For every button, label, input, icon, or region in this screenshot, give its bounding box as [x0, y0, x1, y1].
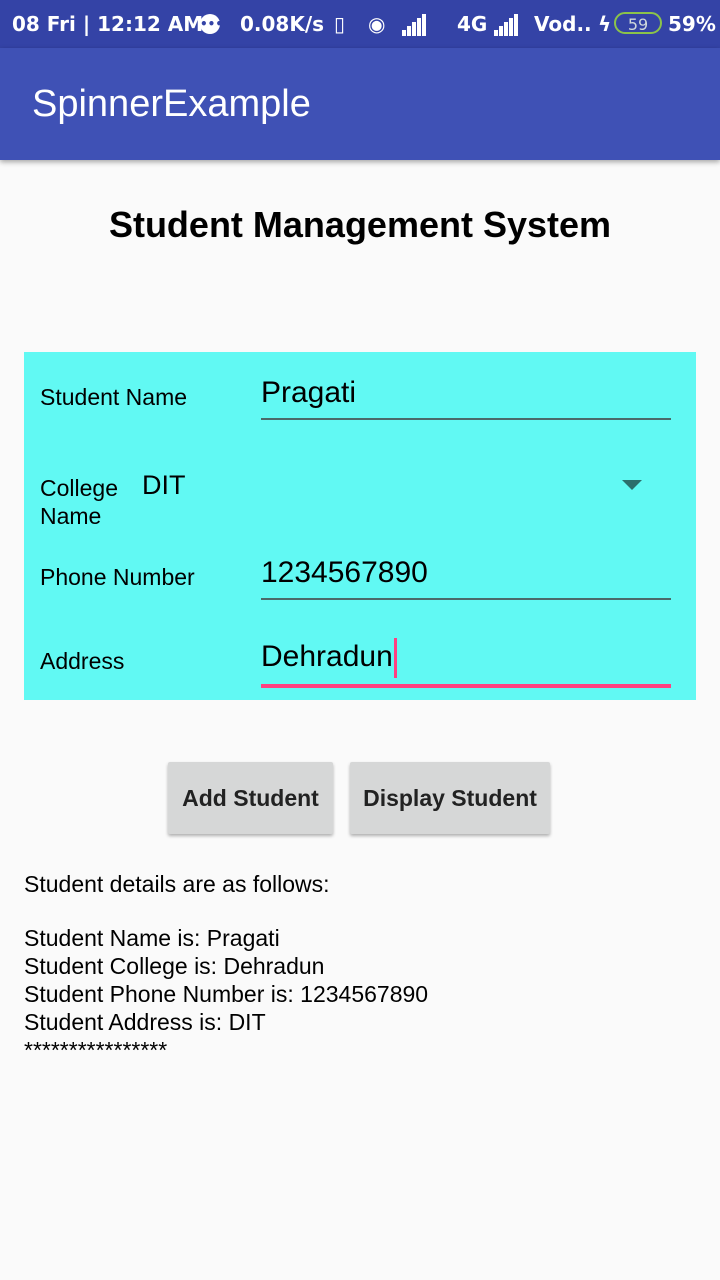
- status-bar: 08 Fri | 12:12 AM ••• 0.08K/s ▯ ◉ 4G Vod…: [0, 0, 720, 48]
- charging-icon: ϟ: [598, 12, 612, 36]
- network-speed: 0.08K/s: [240, 12, 325, 36]
- signal-icon: [402, 12, 427, 36]
- battery-percent: 59%: [668, 12, 716, 36]
- output-line: Student Phone Number is: 1234567890: [24, 981, 429, 1007]
- address-input[interactable]: Dehradun: [261, 638, 671, 688]
- signal-icon: [494, 12, 519, 36]
- network-type: 4G: [457, 12, 488, 36]
- carrier-name: Vod..: [534, 12, 592, 36]
- output-line: Student Address is: DIT: [24, 1009, 266, 1035]
- student-form: Student Name Pragati College Name DIT Ph…: [24, 352, 696, 700]
- dropdown-arrow-icon[interactable]: [622, 480, 642, 490]
- status-time: 08 Fri | 12:12 AM: [12, 12, 204, 36]
- output-line: ****************: [24, 1037, 168, 1063]
- battery-icon: 59: [614, 12, 662, 34]
- app-bar: SpinnerExample: [0, 48, 720, 160]
- output-header: Student details are as follows:: [24, 871, 330, 897]
- address-input-text: Dehradun: [261, 639, 393, 673]
- vibrate-icon: ▯: [334, 12, 346, 36]
- student-name-label: Student Name: [40, 384, 188, 410]
- notification-dot-icon: •••: [200, 14, 223, 34]
- college-spinner[interactable]: DIT: [142, 470, 186, 501]
- address-label: Address: [40, 648, 125, 674]
- page-title: Student Management System: [108, 204, 612, 245]
- output-line: Student College is: Dehradun: [24, 953, 325, 979]
- student-name-input[interactable]: Pragati: [261, 376, 671, 420]
- add-student-button[interactable]: Add Student: [168, 762, 333, 834]
- text-cursor: [393, 638, 397, 678]
- phone-number-label: Phone Number: [40, 564, 195, 590]
- display-student-button[interactable]: Display Student: [350, 762, 550, 834]
- app-title: SpinnerExample: [32, 83, 311, 125]
- output-line: Student Name is: Pragati: [24, 925, 280, 951]
- phone-number-input[interactable]: 1234567890: [261, 556, 671, 600]
- college-name-label: College Name: [40, 475, 118, 529]
- hotspot-icon: ◉: [368, 12, 386, 36]
- student-details-output: Student details are as follows: Student …: [24, 870, 704, 1064]
